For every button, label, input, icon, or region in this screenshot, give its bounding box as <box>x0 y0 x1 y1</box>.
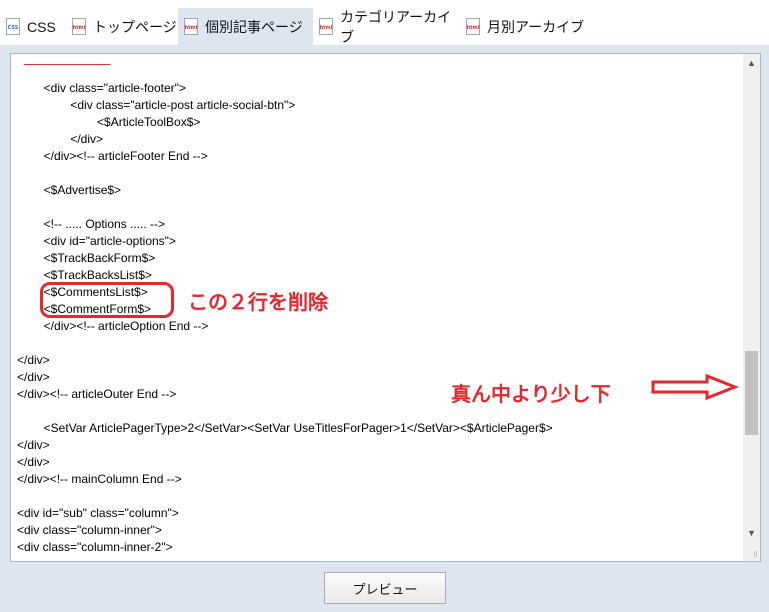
code-line: <div class="article-post article-social-… <box>17 98 296 112</box>
code-line: <div class="article-footer"> <box>17 81 186 95</box>
code-line: </div> <box>17 132 104 146</box>
delete-annotation: この２行を削除 <box>188 290 328 314</box>
code-line: <div id="sub" class="column"> <box>17 506 179 520</box>
code-line: </div><!-- articleOuter End --> <box>17 387 177 401</box>
tab-label: 月別アーカイブ <box>487 18 585 35</box>
code-line: <div class="column-inner"> <box>17 523 162 537</box>
code-line: <div id="article-options"> <box>17 234 176 248</box>
tab-bar: CSS CSS html トップページ html 個別記事ページ html カテ… <box>0 0 769 45</box>
tab-css[interactable]: CSS CSS <box>0 8 66 45</box>
code-line: <$ArticleToolBox$> <box>17 115 201 129</box>
tab-label: 個別記事ページ <box>205 18 303 35</box>
code-line: </div> <box>17 370 50 384</box>
tab-label: トップページ <box>93 18 177 35</box>
html-file-icon: html <box>184 18 198 35</box>
resize-grip-icon[interactable]: ⠿ <box>753 552 758 559</box>
code-line: <$TrackBackForm$> <box>17 251 156 265</box>
tab-top-page[interactable]: html トップページ <box>66 8 178 45</box>
tab-monthly-archive[interactable]: html 月別アーカイブ <box>460 8 586 45</box>
code-line: </div> <box>17 353 50 367</box>
tab-individual-article-page[interactable]: html 個別記事ページ <box>178 8 313 45</box>
html-file-icon: html <box>466 18 480 35</box>
tab-label: カテゴリアーカイブ <box>340 8 452 45</box>
tab-label: CSS <box>27 18 56 35</box>
code-line: </div> <box>17 438 50 452</box>
code-line: <SetVar ArticlePagerType>2</SetVar><SetV… <box>17 421 553 435</box>
preview-button[interactable]: プレビュー <box>324 572 446 604</box>
tab-category-archive[interactable]: html カテゴリアーカイブ <box>313 8 460 45</box>
scroll-up-icon[interactable]: ▲ <box>743 54 760 71</box>
scroll-thumb[interactable] <box>745 351 758 435</box>
code-line: <div class="column-inner-2"> <box>17 540 173 554</box>
code-line: </div> <box>17 455 50 469</box>
code-editor[interactable]: <div class="article-footer"> <div class=… <box>10 53 761 562</box>
code-line: <!-- ..... Options ..... --> <box>17 217 166 231</box>
code-line: </div><!-- articleOption End --> <box>17 319 209 333</box>
partial-code-line <box>17 54 110 67</box>
code-line: </div><!-- articleFooter End --> <box>17 149 208 163</box>
arrow-right-icon <box>651 374 739 400</box>
scroll-down-icon[interactable]: ▼ <box>743 524 760 541</box>
vertical-scrollbar[interactable]: ▲ ▼ <box>743 54 760 561</box>
html-file-icon: html <box>319 18 333 35</box>
scroll-annotation: 真ん中より少し下 <box>451 382 611 406</box>
css-file-icon: CSS <box>6 18 20 35</box>
code-line: </div><!-- mainColumn End --> <box>17 472 182 486</box>
code-line: <$TrackBacksList$> <box>17 268 152 282</box>
highlight-box <box>40 282 174 318</box>
code-line: <$Advertise$> <box>17 183 122 197</box>
html-file-icon: html <box>72 18 86 35</box>
